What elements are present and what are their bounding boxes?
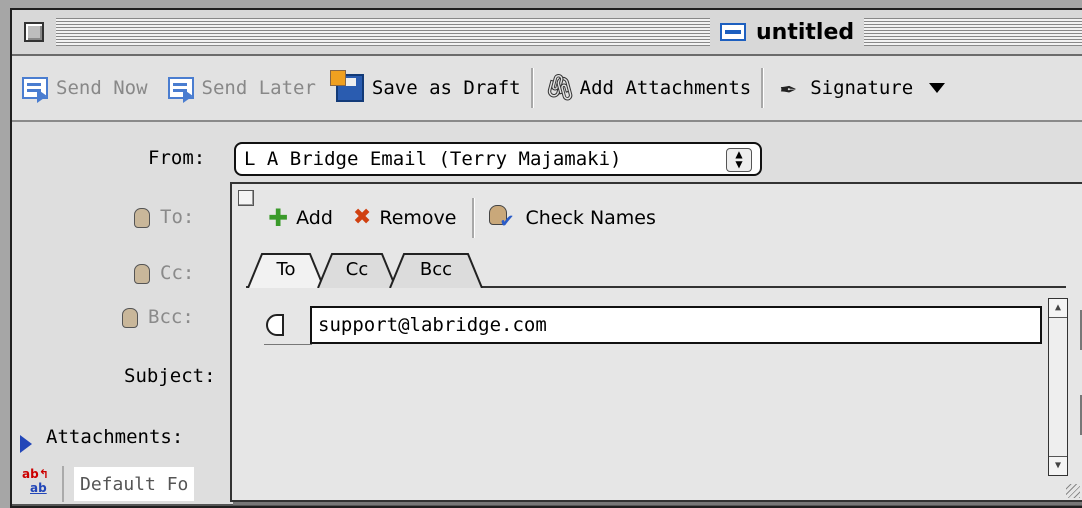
popup-toolbar-separator (472, 198, 476, 238)
from-account-select[interactable]: L A Bridge Email (Terry Majamaki) ▲ ▼ (234, 142, 762, 176)
signature-button[interactable]: ✒ Signature (764, 56, 955, 120)
tab-bcc[interactable]: Bcc (388, 250, 484, 288)
bcc-label-row[interactable]: Bcc: (122, 306, 194, 328)
person-icon (122, 307, 138, 328)
cc-label: Cc: (160, 262, 195, 284)
remove-recipient-button[interactable]: ✖ Remove (345, 205, 469, 230)
send-now-label: Send Now (56, 77, 148, 99)
tab-cc-label: Cc (345, 258, 369, 280)
disclosure-triangle-icon[interactable] (20, 435, 32, 453)
window-title-area: untitled (710, 18, 865, 46)
send-now-button[interactable]: Send Now (12, 56, 158, 120)
send-later-label: Send Later (201, 77, 316, 99)
add-recipient-button[interactable]: ✚ Add (260, 204, 345, 232)
tab-to[interactable]: To (246, 250, 326, 288)
attachments-label: Attachments: (46, 426, 184, 448)
font-selector[interactable]: Default Fo (74, 467, 194, 501)
recipient-toolbar: ✚ Add ✖ Remove Check Names (260, 196, 668, 240)
add-attachments-button[interactable]: 🖇 Add Attachments (534, 56, 762, 120)
title-bar[interactable]: untitled (12, 10, 1082, 56)
save-as-draft-label: Save as Draft (371, 77, 521, 99)
check-names-icon (487, 203, 517, 233)
panel-close-box[interactable] (238, 190, 254, 206)
compose-window: untitled Send Now Send Later Save as Dra… (10, 8, 1082, 508)
person-icon (134, 207, 150, 228)
pen-icon: ✒ (780, 73, 797, 103)
check-names-button[interactable]: Check Names (479, 203, 667, 233)
send-now-icon (22, 77, 48, 103)
remove-label: Remove (379, 207, 457, 229)
from-account-value: L A Bridge Email (Terry Majamaki) (244, 148, 622, 170)
save-as-draft-button[interactable]: Save as Draft (326, 56, 531, 120)
scroll-up-arrow-icon[interactable]: ▲ (1049, 299, 1067, 318)
signature-label: Signature (810, 77, 914, 99)
scroll-down-arrow-icon[interactable]: ▼ (1049, 456, 1067, 475)
chevron-down-icon (929, 83, 946, 93)
send-later-button[interactable]: Send Later (158, 56, 326, 120)
recipient-list: support@labridge.com (250, 296, 1042, 486)
remove-x-icon: ✖ (352, 205, 372, 230)
subject-label: Subject: (124, 365, 216, 387)
text-format-icon[interactable]: ab↰ ab (22, 467, 52, 501)
recipient-type-icon[interactable] (266, 314, 284, 336)
recipient-address-input[interactable]: support@labridge.com (310, 306, 1042, 344)
cc-label-row[interactable]: Cc: (134, 262, 194, 284)
paperclip-icon: 🖇 (543, 73, 577, 103)
recipient-tabs: To Cc Bcc (246, 246, 1066, 288)
row-divider (264, 344, 312, 345)
tab-bcc-label: Bcc (419, 258, 453, 280)
message-body[interactable] (12, 504, 1082, 506)
compose-toolbar: Send Now Send Later Save as Draft 🖇 Add … (12, 56, 1082, 122)
close-box[interactable] (24, 22, 44, 42)
check-names-label: Check Names (525, 207, 656, 229)
send-later-icon (167, 77, 194, 103)
to-label: To: (160, 206, 195, 228)
window-title: untitled (756, 19, 855, 45)
resize-grip-icon[interactable] (1066, 484, 1080, 498)
add-label: Add (296, 207, 333, 229)
select-arrows-icon: ▲ ▼ (726, 148, 752, 172)
recipient-panel: ✚ Add ✖ Remove Check Names To Cc (230, 182, 1082, 502)
tab-cc[interactable]: Cc (316, 250, 398, 288)
to-label-row[interactable]: To: (134, 206, 194, 228)
font-bar: ab↰ ab Default Fo (12, 464, 242, 504)
from-label: From: (148, 147, 206, 169)
message-icon (720, 23, 746, 41)
tab-to-label: To (276, 258, 296, 280)
bcc-label: Bcc: (148, 306, 194, 328)
plus-icon: ✚ (268, 204, 289, 232)
person-icon (134, 263, 150, 284)
add-attachments-label: Add Attachments (579, 77, 752, 99)
recipient-scrollbar[interactable]: ▲ ▼ (1048, 298, 1068, 476)
title-bar-stripes (56, 18, 1082, 46)
font-bar-separator (62, 466, 64, 502)
floppy-disk-icon (329, 70, 364, 102)
